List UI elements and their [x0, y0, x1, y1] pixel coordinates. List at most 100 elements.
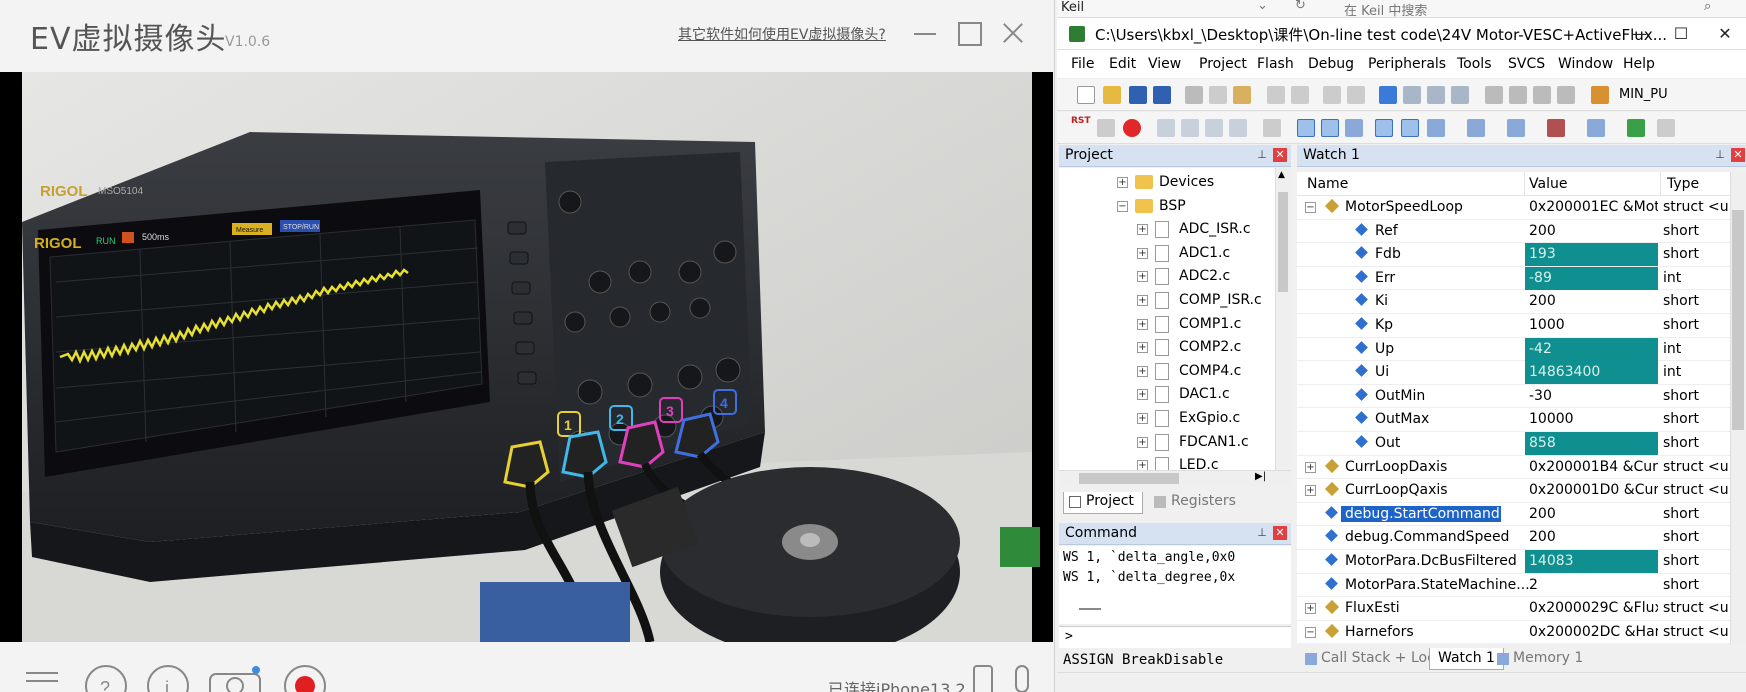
bookmark-icon[interactable]	[1379, 86, 1397, 104]
watch-row[interactable]: +CurrLoopDaxis0x200001B4 &Curr...struct …	[1297, 456, 1746, 480]
expand-icon[interactable]: +	[1137, 318, 1148, 330]
watch-row[interactable]: +FluxEsti0x2000029C &Flux...struct <u...	[1297, 597, 1746, 621]
menu-svcs[interactable]: SVCS	[1508, 56, 1545, 72]
tree-item[interactable]: − BSP	[1059, 196, 1291, 218]
menu-peripherals[interactable]: Peripherals	[1368, 56, 1446, 72]
bookmark-next-icon[interactable]	[1427, 86, 1445, 104]
cut-icon[interactable]	[1185, 86, 1203, 104]
paste-icon[interactable]	[1233, 86, 1251, 104]
tree-item[interactable]: + ADC1.c	[1059, 243, 1291, 265]
trace-icon[interactable]	[1587, 119, 1605, 137]
tree-item[interactable]: + COMP1.c	[1059, 314, 1291, 336]
watch-value[interactable]: 0x200001B4 &Curr...	[1525, 456, 1658, 479]
tab-project[interactable]: Project	[1063, 492, 1143, 514]
expand-icon[interactable]: +	[1137, 342, 1148, 354]
indent-icon[interactable]	[1485, 86, 1503, 104]
menu-flash[interactable]: Flash	[1257, 56, 1294, 72]
bookmark-prev-icon[interactable]	[1403, 86, 1421, 104]
save-all-icon[interactable]	[1153, 86, 1171, 104]
tab-memory-1[interactable]: Memory 1	[1493, 648, 1591, 670]
command-window-icon[interactable]	[1297, 119, 1315, 137]
watch-value[interactable]: 0x200001D0 &Curr...	[1525, 479, 1658, 502]
expand-icon[interactable]: +	[1137, 271, 1148, 283]
column-type[interactable]: Type	[1667, 176, 1699, 192]
search-icon[interactable]: ⌕	[1704, 0, 1711, 14]
tree-item[interactable]: + DAC1.c	[1059, 384, 1291, 406]
menu-file[interactable]: File	[1071, 56, 1094, 72]
microphone-icon[interactable]	[1010, 664, 1034, 692]
camera-icon[interactable]	[206, 664, 266, 692]
watch-value[interactable]: 200	[1525, 290, 1658, 313]
help-icon[interactable]: ?	[84, 664, 128, 692]
expand-icon[interactable]: +	[1137, 247, 1148, 259]
menu-icon[interactable]	[26, 664, 60, 688]
stop-icon[interactable]	[1123, 119, 1141, 137]
watch-value[interactable]: 1000	[1525, 314, 1658, 337]
menu-help[interactable]: Help	[1623, 56, 1655, 72]
watch-value[interactable]: 10000	[1525, 408, 1658, 431]
watch-row[interactable]: −MotorSpeedLoop0x200001EC &Mot...struct …	[1297, 196, 1746, 220]
tree-item[interactable]: + ExGpio.c	[1059, 408, 1291, 430]
watch-row[interactable]: +CurrLoopQaxis0x200001D0 &Curr...struct …	[1297, 479, 1746, 503]
menu-view[interactable]: View	[1148, 56, 1181, 72]
collapse-icon[interactable]: −	[1305, 626, 1316, 638]
expand-icon[interactable]: +	[1137, 436, 1148, 448]
run-icon[interactable]	[1097, 119, 1115, 137]
watch-row[interactable]: Kp 1000 short	[1297, 314, 1746, 338]
close-button[interactable]	[998, 18, 1028, 48]
project-vertical-scrollbar[interactable]: ▲	[1275, 168, 1291, 470]
watch-row[interactable]: Out 858 short	[1297, 432, 1746, 456]
watch-scroll-thumb[interactable]	[1732, 210, 1744, 430]
tree-item[interactable]: + ADC2.c	[1059, 266, 1291, 288]
watch-value[interactable]: 2	[1525, 574, 1658, 597]
watch-value[interactable]: -30	[1525, 385, 1658, 408]
minimize-button[interactable]	[910, 18, 940, 48]
redo-icon[interactable]	[1291, 86, 1309, 104]
find-in-files-icon[interactable]	[1591, 86, 1609, 104]
toolbox-icon[interactable]	[1657, 119, 1675, 137]
tab-registers[interactable]: Registers	[1149, 492, 1244, 514]
bookmark-clear-icon[interactable]	[1451, 86, 1469, 104]
watch-row[interactable]: debug.StartCommand 200 short	[1297, 503, 1746, 527]
watch-row[interactable]: MotorPara.DcBusFiltered 14083 short	[1297, 550, 1746, 574]
info-icon[interactable]: i	[146, 664, 190, 692]
watch-row[interactable]: Fdb 193 short	[1297, 243, 1746, 267]
close-panel-icon[interactable]: ✕	[1273, 526, 1287, 540]
comment-icon[interactable]	[1533, 86, 1551, 104]
system-viewer-icon[interactable]	[1627, 119, 1645, 137]
column-name[interactable]: Name	[1307, 176, 1348, 192]
expand-icon[interactable]: +	[1305, 603, 1316, 615]
watch-row[interactable]: MotorPara.StateMachine... 2 short	[1297, 574, 1746, 598]
expand-icon[interactable]: +	[1137, 295, 1148, 306]
close-panel-icon[interactable]: ✕	[1273, 148, 1287, 162]
watch-value[interactable]: 14083	[1525, 550, 1658, 573]
menu-tools[interactable]: Tools	[1457, 56, 1492, 72]
watch-icon[interactable]	[1427, 119, 1445, 137]
expand-icon[interactable]: +	[1137, 460, 1148, 470]
watch-row[interactable]: Err -89 int	[1297, 266, 1746, 291]
watch-row[interactable]: Up -42 int	[1297, 337, 1746, 362]
menu-window[interactable]: Window	[1558, 56, 1613, 72]
watch-value[interactable]: 858	[1525, 432, 1658, 455]
watch-value[interactable]: 200	[1525, 503, 1658, 526]
watch-value[interactable]: 0x2000029C &Flux...	[1525, 597, 1658, 620]
memory-icon[interactable]	[1467, 119, 1485, 137]
expand-icon[interactable]: +	[1117, 177, 1128, 188]
menu-edit[interactable]: Edit	[1109, 56, 1136, 72]
project-horizontal-scrollbar[interactable]: ▶|	[1059, 470, 1291, 486]
watch-value[interactable]: 200	[1525, 526, 1658, 549]
collapse-icon[interactable]: −	[1305, 202, 1316, 213]
unindent-icon[interactable]	[1509, 86, 1527, 104]
watch-value[interactable]: 200	[1525, 220, 1658, 243]
watch-value[interactable]: 14863400	[1525, 361, 1658, 385]
tree-item[interactable]: + COMP4.c	[1059, 361, 1291, 383]
copy-icon[interactable]	[1209, 86, 1227, 104]
chevron-down-icon[interactable]: ⌄	[1257, 0, 1268, 13]
watch-row[interactable]: Ui 14863400 int	[1297, 361, 1746, 385]
expand-icon[interactable]: +	[1137, 389, 1148, 401]
watch-row[interactable]: OutMax 10000 short	[1297, 408, 1746, 432]
pin-icon[interactable]: ⊥	[1255, 526, 1269, 540]
expand-icon[interactable]: +	[1137, 365, 1148, 377]
step-out-icon[interactable]	[1205, 119, 1223, 137]
watch-row[interactable]: Ref 200 short	[1297, 220, 1746, 244]
